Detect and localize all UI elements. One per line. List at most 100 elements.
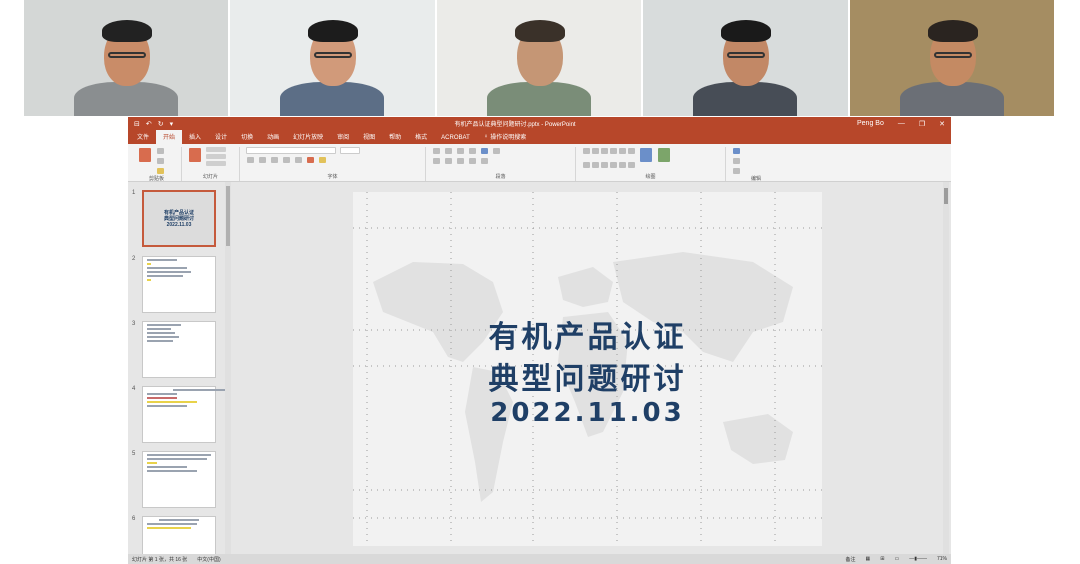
group-label-paragraph: 段落: [495, 174, 506, 180]
participant-hair: [721, 20, 772, 42]
zoom-slider[interactable]: —▮——: [909, 556, 927, 562]
group-editing: 编辑: [726, 147, 786, 182]
participant-hair: [102, 20, 152, 42]
slide-thumbnail-pane: 1 有机产品认证 典型问题研讨 2022.11.03 2 3 4 5 6: [128, 182, 231, 554]
group-label-drawing: 绘图: [645, 174, 656, 180]
tab-acrobat[interactable]: ACROBAT: [434, 133, 477, 144]
tab-help[interactable]: 帮助: [382, 130, 408, 144]
tell-me-search[interactable]: ♀ 操作说明搜索: [477, 130, 534, 144]
participant-hair: [308, 20, 359, 42]
tab-review[interactable]: 审阅: [330, 130, 356, 144]
thumb-number: 3: [132, 321, 136, 327]
quick-styles-icon[interactable]: [658, 148, 670, 162]
slide-date[interactable]: 2022.11.03: [353, 398, 822, 428]
participant-hair: [514, 20, 565, 42]
font-size-box[interactable]: [340, 147, 360, 154]
powerpoint-window: ⊟ ↶ ↻ ▾ 有机产品认证典型问题研讨.pptx - PowerPoint P…: [128, 117, 951, 564]
group-font: 字体: [240, 147, 426, 181]
slide-title-line-1[interactable]: 有机产品认证: [353, 312, 822, 356]
select-icon[interactable]: [733, 168, 740, 174]
find-icon[interactable]: [733, 148, 740, 154]
participant-video-2[interactable]: [230, 0, 435, 116]
reading-view-icon[interactable]: ▭: [894, 556, 899, 562]
participant-body: [899, 82, 1004, 116]
participant-glasses: [933, 52, 972, 58]
zoom-level[interactable]: 71%: [937, 556, 947, 562]
group-clipboard: 剪贴板: [132, 147, 182, 182]
replace-icon[interactable]: [733, 158, 740, 164]
participant-video-strip: [24, 0, 1055, 116]
thumb-number: 6: [132, 516, 136, 522]
thumb-number: 1: [132, 190, 136, 196]
font-name-box[interactable]: [246, 147, 336, 154]
tab-design[interactable]: 设计: [208, 130, 234, 144]
user-name[interactable]: Peng Bo: [857, 120, 884, 127]
tab-file[interactable]: 文件: [130, 130, 156, 144]
group-label-clipboard: 剪贴板: [148, 176, 164, 182]
group-label-slides: 幻灯片: [202, 174, 218, 180]
save-icon[interactable]: ⊟: [134, 120, 140, 128]
ribbon-home: 剪贴板 幻灯片 字体 段落 绘图 编辑: [128, 144, 951, 182]
participant-glasses: [108, 52, 146, 58]
slide-thumbnail-6[interactable]: [142, 516, 216, 554]
group-slides: 幻灯片: [182, 147, 240, 181]
cut-icon[interactable]: [157, 148, 164, 154]
format-painter-icon[interactable]: [157, 168, 164, 174]
copy-icon[interactable]: [157, 158, 164, 164]
tab-home[interactable]: 开始: [156, 130, 183, 144]
slide-editing-area: 有机产品认证 典型问题研讨 2022.11.03: [231, 182, 951, 554]
tab-format[interactable]: 格式: [408, 130, 434, 144]
quick-access-toolbar: ⊟ ↶ ↻ ▾: [134, 120, 173, 128]
paste-icon[interactable]: [139, 148, 151, 162]
participant-video-1[interactable]: [24, 0, 229, 116]
minimize-button[interactable]: —: [898, 120, 905, 127]
group-label-font: 字体: [327, 174, 338, 180]
new-slide-icon[interactable]: [189, 148, 201, 162]
group-paragraph: 段落: [426, 147, 576, 181]
group-drawing: 绘图: [576, 147, 726, 181]
ribbon-tabs: 文件 开始 插入 设计 切换 动画 幻灯片放映 审阅 视图 帮助 格式 ACRO…: [128, 130, 951, 144]
participant-body: [280, 82, 385, 116]
participant-body: [486, 82, 591, 116]
lightbulb-icon: ♀: [483, 133, 489, 140]
participant-video-3[interactable]: [436, 0, 642, 116]
slide-thumbnail-2[interactable]: [142, 256, 216, 313]
thumb-number: 2: [132, 256, 136, 262]
slide-thumbnail-3[interactable]: [142, 321, 216, 378]
slide-title-line-2[interactable]: 典型问题研讨: [353, 354, 822, 398]
thumb-number: 4: [132, 386, 136, 392]
participant-body: [74, 82, 178, 116]
slide-scrollbar[interactable]: [943, 182, 949, 554]
slide-thumbnail-5[interactable]: [142, 451, 216, 508]
tab-view[interactable]: 视图: [356, 130, 382, 144]
language-indicator[interactable]: 中文(中国): [197, 556, 220, 563]
close-button[interactable]: ✕: [939, 120, 945, 128]
undo-icon[interactable]: ↶: [146, 120, 152, 128]
participant-hair: [927, 20, 978, 42]
slide-thumbnail-1[interactable]: 有机产品认证 典型问题研讨 2022.11.03: [142, 190, 216, 247]
redo-icon[interactable]: ↻: [158, 120, 164, 128]
thumb-number: 5: [132, 451, 136, 457]
tab-slideshow[interactable]: 幻灯片放映: [286, 130, 330, 144]
maximize-button[interactable]: ❐: [919, 120, 925, 128]
notes-button[interactable]: 备注: [846, 556, 856, 563]
tab-transitions[interactable]: 切换: [234, 130, 260, 144]
tab-animations[interactable]: 动画: [260, 130, 286, 144]
group-label-editing: 编辑: [750, 176, 761, 182]
normal-view-icon[interactable]: ▦: [866, 556, 871, 562]
arrange-icon[interactable]: [640, 148, 652, 162]
participant-glasses: [314, 52, 353, 58]
document-title: 有机产品认证典型问题研讨.pptx - PowerPoint: [454, 122, 576, 128]
participant-video-4[interactable]: [643, 0, 848, 116]
tell-me-label: 操作说明搜索: [490, 135, 527, 141]
tab-insert[interactable]: 插入: [182, 130, 208, 144]
slide-counter: 幻灯片 第 1 张，共 16 张: [132, 556, 188, 563]
slide-thumbnail-4[interactable]: [142, 386, 231, 443]
current-slide[interactable]: 有机产品认证 典型问题研讨 2022.11.03: [353, 192, 822, 546]
status-bar: 幻灯片 第 1 张，共 16 张 中文(中国) 备注 ▦ ⊞ ▭ —▮—— 71…: [128, 554, 951, 564]
participant-body: [693, 82, 798, 116]
title-bar: ⊟ ↶ ↻ ▾ 有机产品认证典型问题研讨.pptx - PowerPoint P…: [128, 117, 951, 130]
participant-glasses: [727, 52, 766, 58]
slide-sorter-icon[interactable]: ⊞: [880, 556, 884, 562]
participant-video-5[interactable]: [849, 0, 1055, 116]
